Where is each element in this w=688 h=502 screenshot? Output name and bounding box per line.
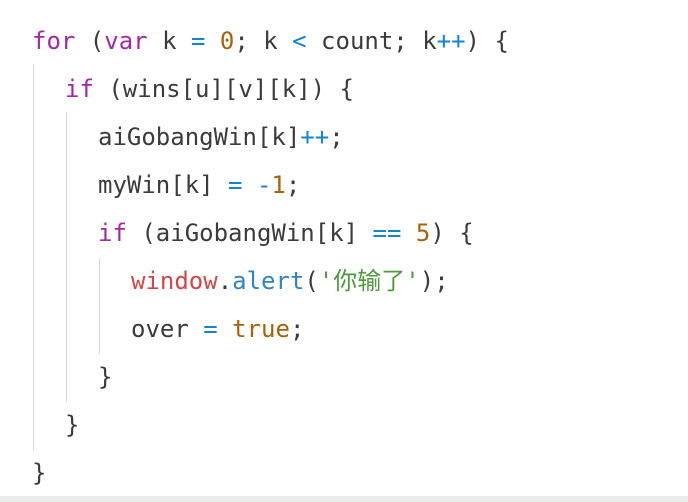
operator-increment: ++	[436, 27, 466, 55]
code-block: for (var k = 0; k < count; k++) { if (wi…	[0, 0, 688, 496]
code-line-2: if (wins[u][v][k]) {	[65, 75, 354, 103]
keyword-if: if	[65, 75, 94, 103]
number-literal: 0	[219, 27, 235, 55]
number-literal: 5	[415, 219, 431, 247]
operator-assign: =	[203, 315, 218, 343]
function-alert: alert	[232, 267, 305, 295]
operator-increment: ++	[300, 123, 330, 151]
operator-assign: =	[190, 27, 206, 55]
indent-guide-level1	[33, 64, 34, 450]
string-literal: '你输了'	[318, 267, 420, 295]
code-line-6: window.alert('你输了');	[131, 267, 449, 295]
boolean-literal: true	[232, 315, 290, 343]
object-window: window	[131, 267, 218, 295]
code-block-bottom-edge	[0, 496, 688, 502]
keyword-for: for	[32, 27, 76, 55]
closing-brace: }	[98, 363, 113, 391]
closing-brace: }	[65, 411, 80, 439]
indent-guide-level3	[99, 258, 100, 354]
code-line-4: myWin[k] = -1;	[98, 171, 301, 199]
operator-less-than: <	[292, 27, 307, 55]
closing-brace: }	[32, 459, 47, 487]
operator-assign: =	[228, 171, 243, 199]
code-line-8: }	[98, 353, 112, 401]
operator-minus: -	[256, 171, 272, 199]
code-line-1: for (var k = 0; k < count; k++) {	[32, 27, 509, 55]
keyword-var: var	[104, 27, 148, 55]
code-line-3: aiGobangWin[k]++;	[98, 123, 344, 151]
code-line-9: }	[65, 401, 79, 449]
indent-guide-level2	[66, 112, 67, 402]
code-line-7: over = true;	[131, 315, 305, 343]
keyword-if: if	[98, 219, 127, 247]
code-line-10: }	[32, 449, 46, 497]
code-line-5: if (aiGobangWin[k] == 5) {	[98, 219, 474, 247]
operator-equality: ==	[372, 219, 402, 247]
number-literal: 1	[271, 171, 286, 199]
